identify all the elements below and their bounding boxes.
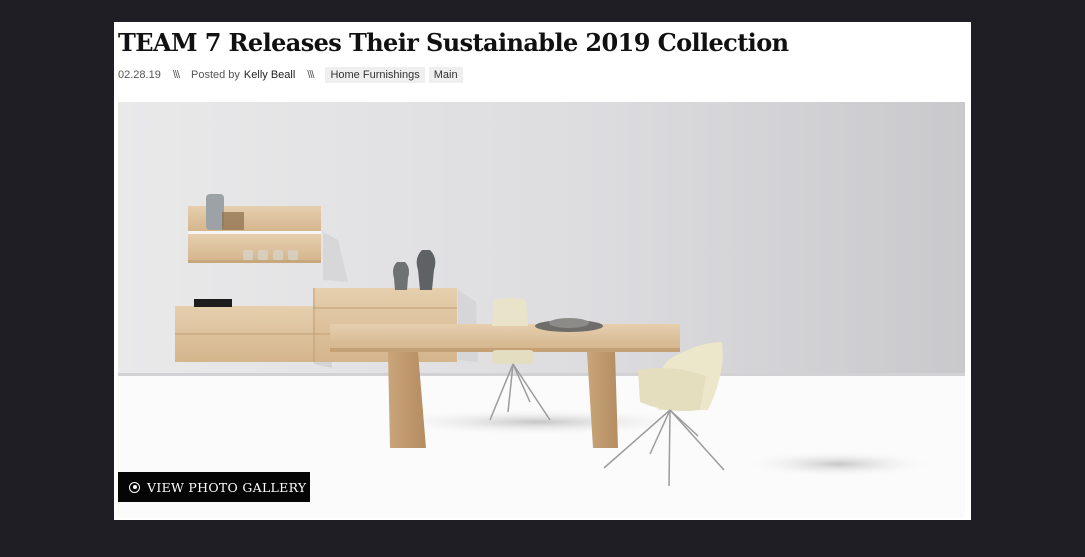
view-photo-gallery-button[interactable]: VIEW PHOTO GALLERY <box>118 472 310 502</box>
article-meta: 02.28.19 \\\ Posted by Kelly Beall \\\ H… <box>118 66 467 84</box>
furniture-photo <box>118 102 965 518</box>
play-circle-icon <box>129 481 140 493</box>
article-card: TEAM 7 Releases Their Sustainable 2019 C… <box>114 22 971 520</box>
article-title: TEAM 7 Releases Their Sustainable 2019 C… <box>118 28 789 57</box>
meta-separator: \\\ <box>172 69 180 81</box>
posted-by-label: Posted by <box>191 69 240 81</box>
meta-separator: \\\ <box>307 69 314 81</box>
author-link[interactable]: Kelly Beall <box>244 69 295 81</box>
tag-home-furnishings[interactable]: Home Furnishings <box>325 67 425 83</box>
hero-image[interactable] <box>118 102 965 518</box>
gallery-button-label: VIEW PHOTO GALLERY <box>147 479 307 495</box>
tag-main[interactable]: Main <box>428 67 463 83</box>
post-date: 02.28.19 <box>118 69 161 81</box>
